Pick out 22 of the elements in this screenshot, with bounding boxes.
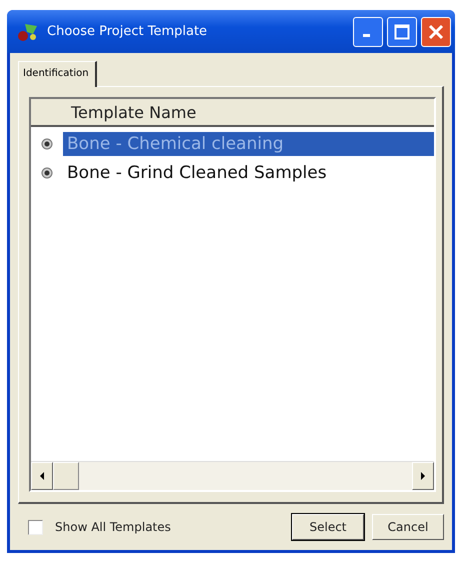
dialog-button[interactable]: Cancel [372, 514, 444, 540]
right-arrow-icon [420, 472, 426, 480]
minimize-icon [362, 34, 370, 37]
maximize-icon [394, 24, 410, 40]
close-button[interactable] [421, 16, 451, 46]
close-icon [427, 22, 445, 40]
template-name[interactable]: Bone - Grind Cleaned Samples [63, 160, 434, 184]
left-arrow-icon [39, 472, 45, 480]
scroll-thumb[interactable] [53, 462, 79, 490]
template-icon [41, 138, 53, 150]
horizontal-scrollbar[interactable] [31, 461, 434, 490]
dialog-button[interactable]: Select [292, 514, 364, 540]
scroll-left-button[interactable] [31, 462, 53, 490]
maximize-button[interactable] [387, 16, 417, 46]
template-icon [41, 166, 53, 178]
minimize-button[interactable] [353, 16, 383, 46]
window-title: Choose Project Template [47, 24, 208, 39]
checkbox-label[interactable]: Show All Templates [55, 520, 171, 534]
app-icon [17, 22, 39, 42]
checkbox[interactable] [28, 520, 43, 534]
scroll-right-button[interactable] [412, 462, 434, 490]
tab[interactable]: Identification [18, 61, 97, 87]
